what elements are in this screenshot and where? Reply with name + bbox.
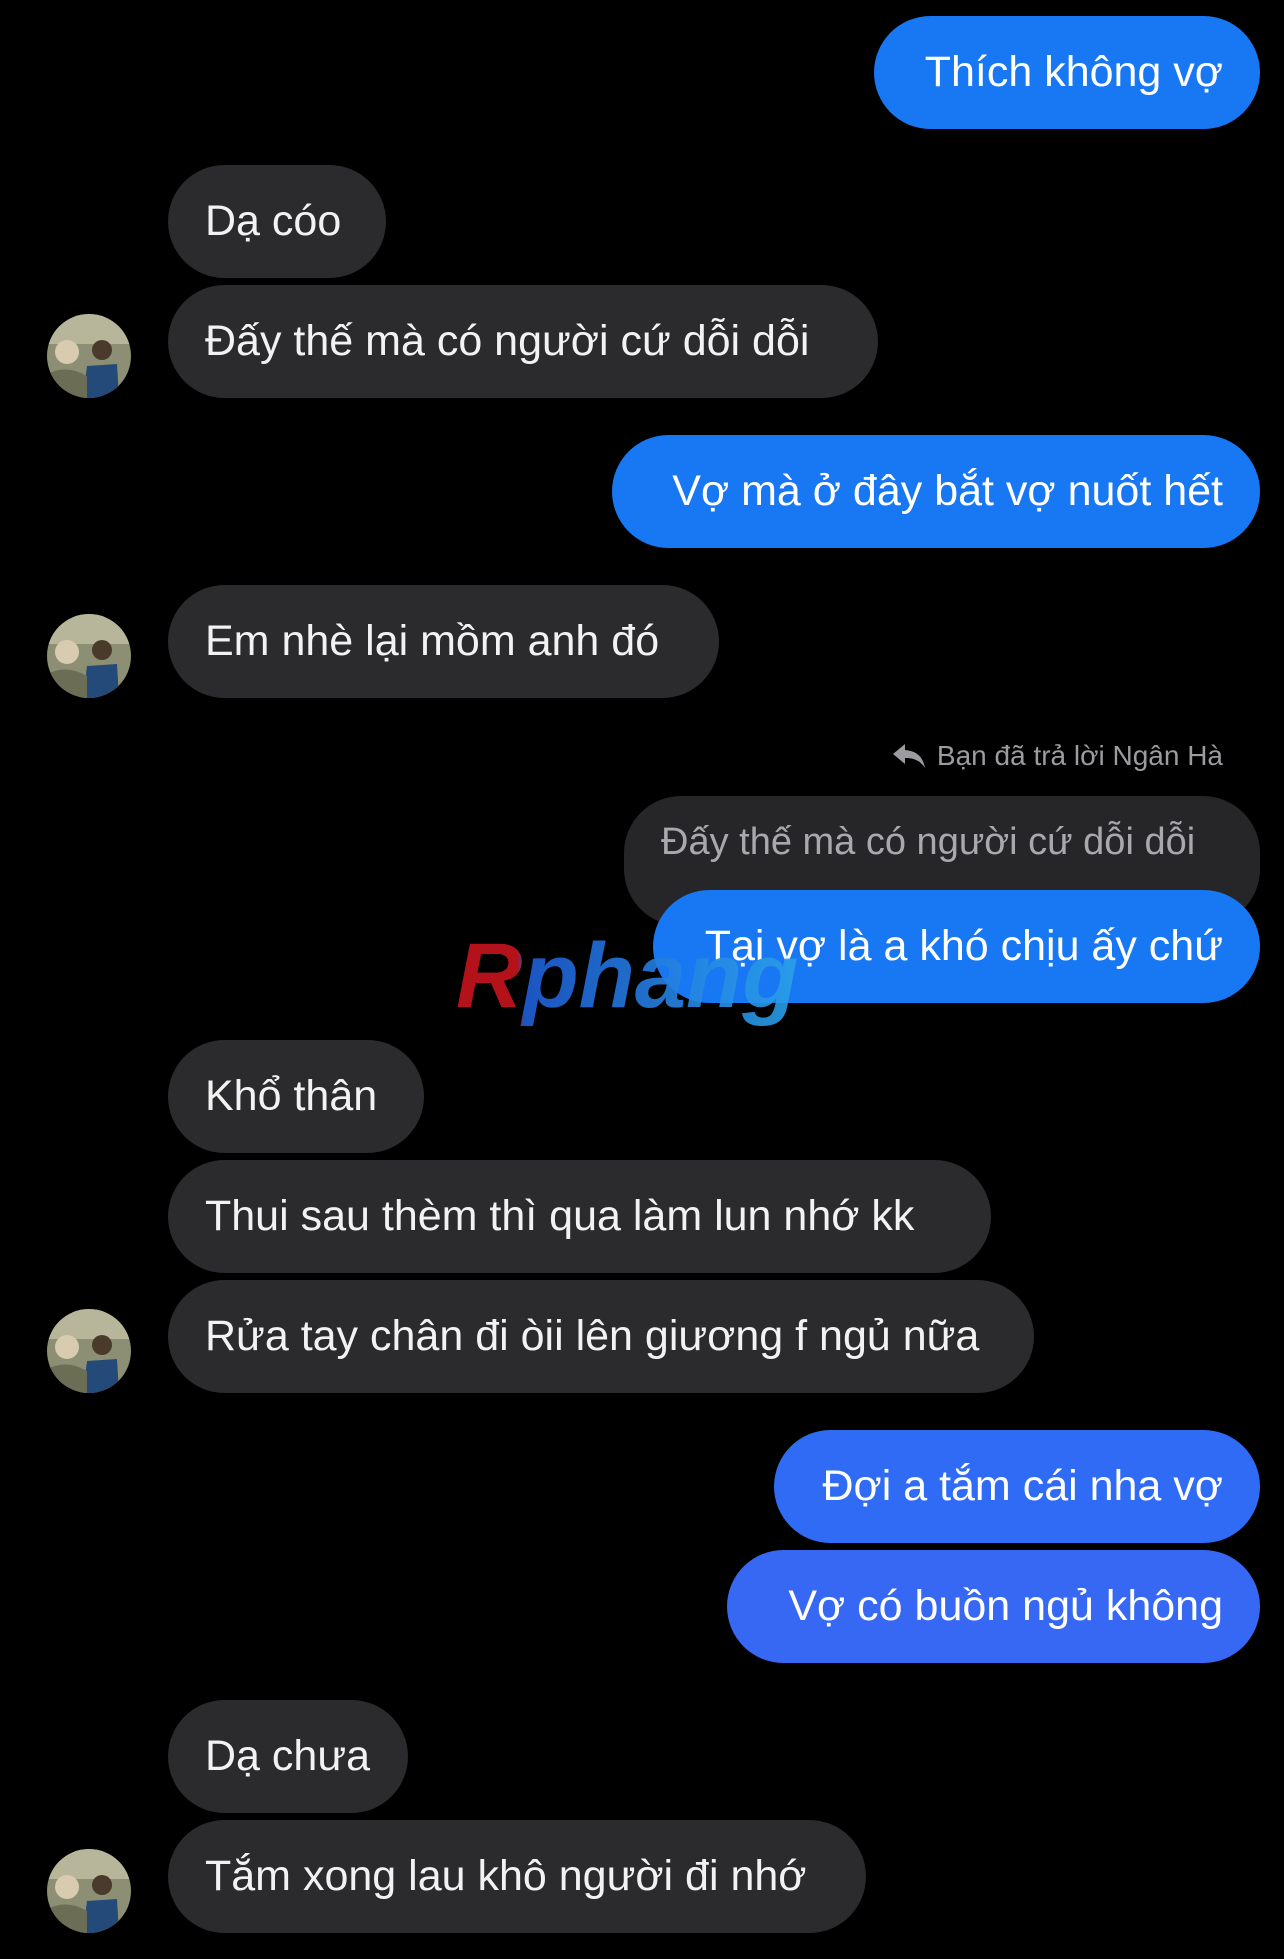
incoming-message[interactable]: Rửa tay chân đi òii lên giương f ngủ nữa [168,1280,1034,1393]
avatar-image [47,614,131,698]
avatar[interactable] [47,314,131,398]
incoming-message[interactable]: Khổ thân [168,1040,424,1153]
incoming-message[interactable]: Tắm xong lau khô người đi nhớ [168,1820,866,1933]
incoming-message[interactable]: Đấy thế mà có người cứ dỗi dỗi [168,285,878,398]
avatar-image [47,1309,131,1393]
incoming-message[interactable]: Dạ chưa [168,1700,408,1813]
avatar[interactable] [47,1849,131,1933]
outgoing-message[interactable]: Vợ mà ở đây bắt vợ nuốt hết [612,435,1260,548]
outgoing-message[interactable]: Tại vợ là a khó chịu ấy chứ [653,890,1260,1003]
avatar-image [47,1849,131,1933]
incoming-message[interactable]: Em nhè lại mồm anh đó [168,585,719,698]
reply-note: Bạn đã trả lời Ngân Hà [891,740,1223,772]
outgoing-message[interactable]: Đợi a tắm cái nha vợ [774,1430,1260,1543]
reply-note-text: Bạn đã trả lời Ngân Hà [936,740,1223,771]
avatar[interactable] [47,1309,131,1393]
outgoing-message[interactable]: Thích không vợ [874,16,1260,129]
incoming-message[interactable]: Thui sau thèm thì qua làm lun nhớ kk [168,1160,991,1273]
avatar[interactable] [47,614,131,698]
avatar-image [47,314,131,398]
incoming-message[interactable]: Dạ cóo [168,165,386,278]
reply-arrow-icon [892,744,925,768]
outgoing-message[interactable]: Vợ có buồn ngủ không [727,1550,1260,1663]
